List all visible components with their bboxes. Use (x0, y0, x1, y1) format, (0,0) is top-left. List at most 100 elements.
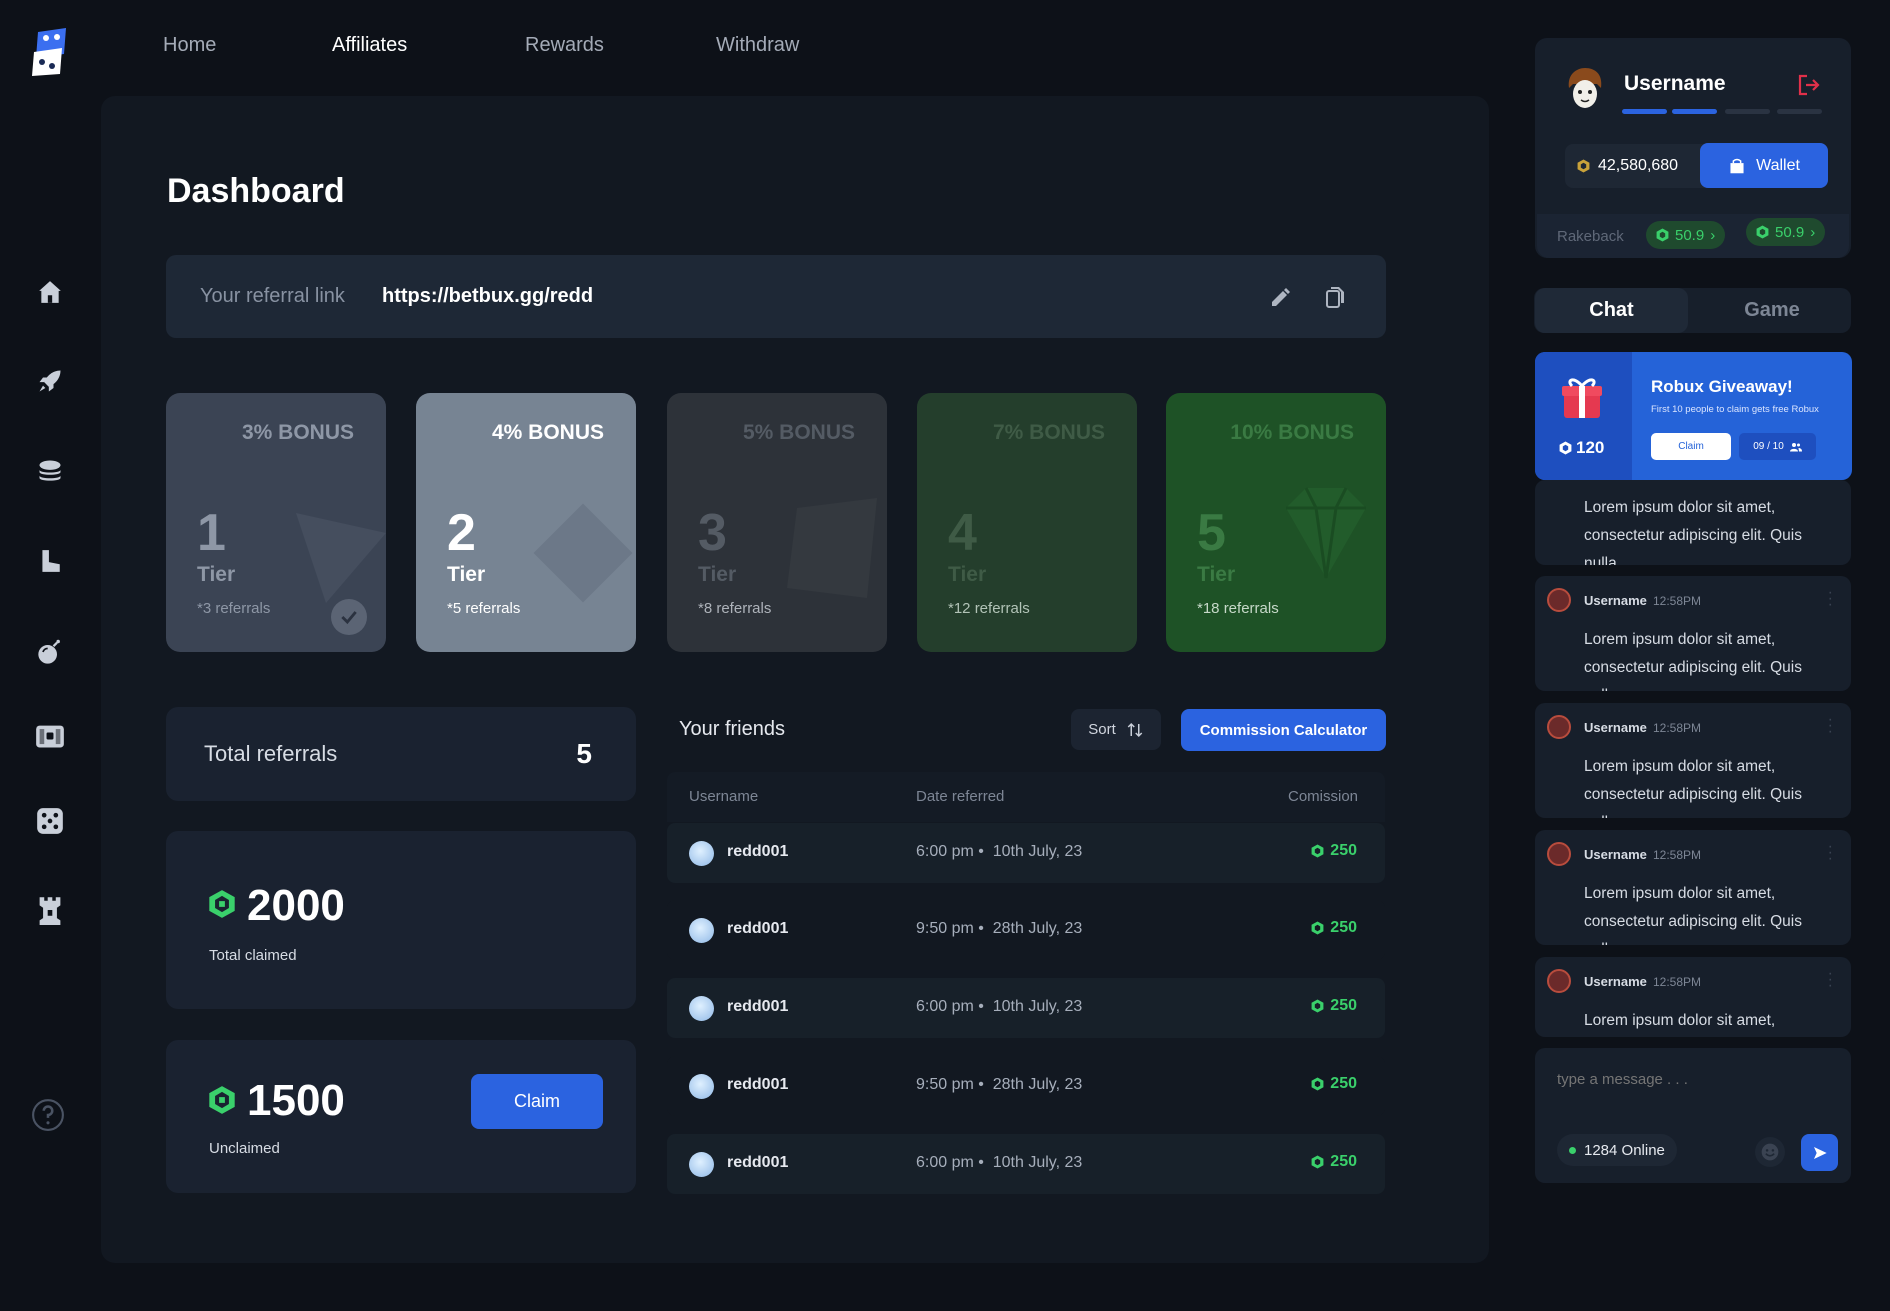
rocket-icon[interactable] (30, 361, 70, 401)
message-username[interactable]: Username (1584, 593, 1647, 608)
copy-icon[interactable] (1323, 285, 1347, 314)
send-button[interactable] (1801, 1134, 1838, 1171)
coin-stack-icon[interactable] (30, 451, 70, 491)
sort-icon (1127, 722, 1143, 737)
rakeback-pill-1[interactable]: 50.9 › (1646, 221, 1726, 249)
friend-username: redd001 (727, 998, 789, 1015)
home-icon[interactable] (30, 272, 70, 312)
message-text: Lorem ipsum dolor sit amet, consectetur … (1584, 499, 1802, 565)
total-claimed-label: Total claimed (209, 947, 297, 964)
tab-chat[interactable]: Chat (1535, 288, 1688, 333)
chat-message-input[interactable] (1557, 1066, 1827, 1092)
giveaway-claim-button[interactable]: Claim (1651, 433, 1731, 460)
tier-label: Tier (1197, 563, 1236, 586)
more-options-icon[interactable]: · · · (1828, 712, 1833, 740)
friend-username: redd001 (727, 843, 789, 860)
column-commission: Comission (1288, 788, 1359, 805)
logout-icon[interactable] (1797, 74, 1821, 101)
balance-display: 42,580,680 (1565, 144, 1705, 188)
robux-icon (1311, 844, 1324, 858)
tier-card-1: 3% BONUS 1 Tier *3 referrals (166, 393, 386, 652)
referral-link-box (166, 255, 1386, 338)
tower-icon[interactable] (30, 890, 70, 930)
more-options-icon[interactable]: · · · (1828, 585, 1833, 613)
message-username[interactable]: Username (1584, 974, 1647, 989)
table-row[interactable]: redd001 6:00 pm • 10th July, 23 250 (667, 823, 1385, 883)
tier-referrals: *3 referrals (197, 600, 271, 617)
rakeback-pill-2[interactable]: 50.9 › (1746, 218, 1826, 246)
chest-icon[interactable] (30, 716, 70, 756)
friends-title: Your friends (679, 718, 785, 740)
message-text: Lorem ipsum dolor sit amet, (1584, 1012, 1776, 1029)
avatar[interactable] (1547, 715, 1571, 739)
more-options-icon[interactable]: · · · (1828, 966, 1833, 994)
rakeback-label: Rakeback (1557, 228, 1624, 245)
gift-icon (1562, 378, 1602, 418)
robux-icon (1559, 441, 1572, 455)
boot-icon[interactable] (30, 541, 70, 581)
brand-logo-icon[interactable] (30, 28, 70, 76)
avatar[interactable] (1547, 969, 1571, 993)
robux-icon (1311, 999, 1324, 1013)
giveaway-amount: 120 (1559, 438, 1604, 458)
table-row[interactable]: redd001 6:00 pm • 10th July, 23 250 (667, 978, 1385, 1038)
avatar[interactable] (1547, 842, 1571, 866)
user-avatar[interactable] (1563, 66, 1607, 112)
edit-icon[interactable] (1269, 285, 1293, 314)
online-dot-icon (1569, 1146, 1576, 1154)
wallet-button[interactable]: Wallet (1700, 143, 1828, 188)
friend-date: 6:00 pm • 10th July, 23 (916, 1154, 1083, 1171)
table-row[interactable]: redd001 9:50 pm • 28th July, 23 250 (667, 900, 1385, 960)
more-options-icon[interactable]: · · · (1828, 839, 1833, 867)
chat-message: Lorem ipsum dolor sit amet, consectetur … (1535, 480, 1851, 565)
message-username[interactable]: Username (1584, 847, 1647, 862)
nav-withdraw[interactable]: Withdraw (716, 34, 799, 57)
friend-username: redd001 (727, 1076, 789, 1093)
check-icon (331, 599, 367, 635)
claim-button[interactable]: Claim (471, 1074, 603, 1129)
column-username: Username (689, 788, 759, 805)
tier-referrals: *5 referrals (447, 600, 521, 617)
tier-card-3: 5% BONUS 3 Tier *8 referrals (667, 393, 887, 652)
level-progress-bar (1622, 109, 1822, 114)
message-text: Lorem ipsum dolor sit amet, consectetur … (1584, 631, 1802, 691)
referral-link-value[interactable]: https://betbux.gg/redd (382, 285, 593, 308)
sort-button[interactable]: Sort (1071, 709, 1161, 750)
tier-number: 5 (1197, 504, 1226, 562)
friend-date: 9:50 pm • 28th July, 23 (916, 920, 1083, 937)
total-claimed-value: 2000 (247, 881, 345, 930)
tier-card-5: 10% BONUS 5 Tier *18 referrals (1166, 393, 1386, 652)
tier-referrals: *18 referrals (1197, 600, 1279, 617)
avatar[interactable] (1547, 588, 1571, 612)
tier-label: Tier (197, 563, 236, 586)
send-icon (1813, 1146, 1827, 1159)
bomb-icon[interactable] (30, 632, 70, 672)
nav-rewards[interactable]: Rewards (525, 34, 604, 57)
message-username[interactable]: Username (1584, 720, 1647, 735)
giveaway-count: 09 / 10 (1739, 433, 1816, 460)
tier-label: Tier (948, 563, 987, 586)
tab-game[interactable]: Game (1692, 288, 1852, 333)
avatar (689, 918, 714, 943)
tier-number: 2 (447, 504, 476, 562)
friend-username: redd001 (727, 920, 789, 937)
wallet-icon (1730, 158, 1744, 173)
robux-icon (208, 1085, 236, 1120)
table-row[interactable]: redd001 6:00 pm • 10th July, 23 250 (667, 1134, 1385, 1194)
dice-icon[interactable] (30, 801, 70, 841)
robux-icon (1311, 921, 1324, 935)
tier-card-4: 7% BONUS 4 Tier *12 referrals (917, 393, 1137, 652)
commission-calculator-button[interactable]: Commission Calculator (1181, 709, 1386, 751)
tier-referrals: *8 referrals (698, 600, 772, 617)
robux-icon (1311, 1155, 1324, 1169)
tier-bonus: 4% BONUS (491, 421, 604, 444)
table-row[interactable]: redd001 9:50 pm • 28th July, 23 250 (667, 1056, 1385, 1116)
tier-bonus: 3% BONUS (241, 421, 354, 444)
nav-affiliates[interactable]: Affiliates (332, 34, 407, 57)
avatar (689, 1074, 714, 1099)
rakeback-row: Rakeback 50.9 › 50.9 › (1537, 214, 1849, 258)
help-icon[interactable] (28, 1095, 68, 1135)
friend-username: redd001 (727, 1154, 789, 1171)
nav-home[interactable]: Home (163, 34, 216, 57)
emoji-icon[interactable] (1755, 1137, 1785, 1167)
